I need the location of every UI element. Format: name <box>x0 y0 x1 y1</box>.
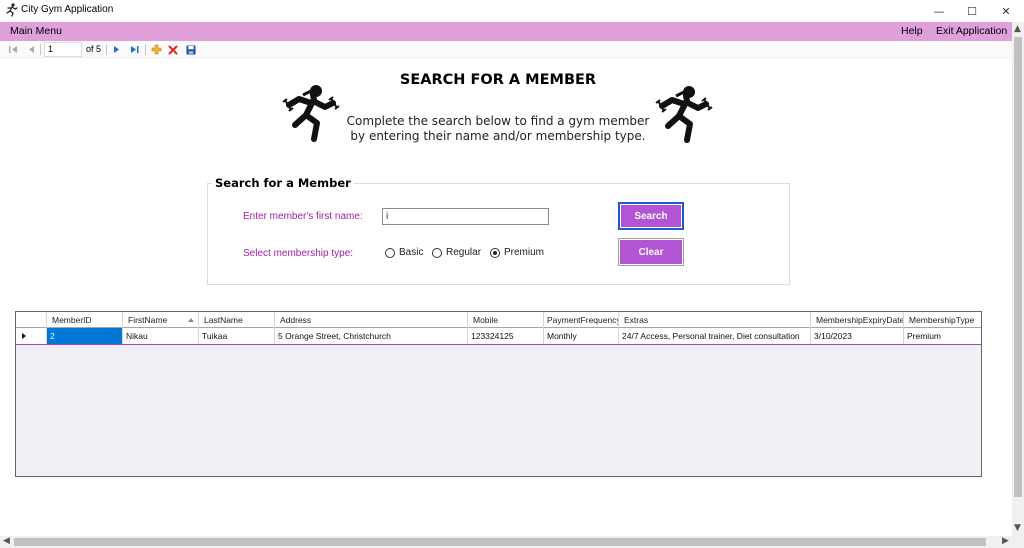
menu-item-exit-application[interactable]: Exit Application <box>936 25 1007 37</box>
title-bar: City Gym Application — ☐ ✕ <box>0 0 1024 22</box>
runner-icon <box>655 86 713 143</box>
maximize-button[interactable]: ☐ <box>955 0 989 22</box>
group-box-title: Search for a Member <box>212 176 354 190</box>
clear-button[interactable]: Clear <box>618 238 684 266</box>
sort-ascending-icon <box>188 318 194 322</box>
menu-bar: Main Menu Help Exit Application <box>0 22 1012 41</box>
runner-icon <box>282 85 340 142</box>
minimize-button[interactable]: — <box>922 0 956 22</box>
cell-paymentfrequency[interactable]: Monthly <box>544 328 619 344</box>
cell-membershipexpirydate[interactable]: 3/10/2023 <box>811 328 904 344</box>
table-row[interactable]: 2 Nikau Tuikaa 5 Orange Street, Christch… <box>16 328 981 345</box>
toolbar-separator <box>106 44 107 55</box>
cell-membershiptype[interactable]: Premium <box>904 328 981 344</box>
first-name-label: Enter member's first name: <box>243 211 363 222</box>
cell-lastname[interactable]: Tuikaa <box>199 328 275 344</box>
app-window: City Gym Application — ☐ ✕ Main Menu Hel… <box>0 0 1024 548</box>
save-icon[interactable] <box>185 42 197 57</box>
cell-extras[interactable]: 24/7 Access, Personal trainer, Diet cons… <box>619 328 811 344</box>
grid-header-row: MemberID FirstName LastName Address Mobi… <box>16 312 981 328</box>
grid-corner-header <box>16 312 47 328</box>
radio-premium-label: Premium <box>504 247 545 258</box>
cell-address[interactable]: 5 Orange Street, Christchurch <box>275 328 468 344</box>
scroll-right-icon[interactable]: ▶ <box>1002 536 1009 546</box>
column-header-mobile[interactable]: Mobile <box>468 312 544 328</box>
scroll-up-icon[interactable]: ▲ <box>1014 24 1021 34</box>
column-header-memberid[interactable]: MemberID <box>47 312 123 328</box>
column-header-extras[interactable]: Extras <box>619 312 811 328</box>
radio-indicator <box>385 247 395 258</box>
column-header-membershipexpirydate[interactable]: MembershipExpiryDate <box>811 312 904 328</box>
current-row-icon <box>22 333 26 339</box>
horizontal-scroll-thumb[interactable] <box>14 538 986 546</box>
position-input[interactable]: 1 <box>44 42 82 57</box>
instruction-line-2: by entering their name and/or membership… <box>350 129 646 143</box>
search-button[interactable]: Search <box>618 202 684 230</box>
move-next-icon[interactable] <box>110 42 122 57</box>
column-header-lastname[interactable]: LastName <box>199 312 275 328</box>
vertical-scroll-thumb[interactable] <box>1014 37 1022 497</box>
column-header-membershiptype[interactable]: MembershipType <box>904 312 981 328</box>
toolbar-separator <box>145 44 146 55</box>
column-header-paymentfrequency[interactable]: PaymentFrequency <box>544 312 619 328</box>
instruction-line-1: Complete the search below to find a gym … <box>346 114 650 128</box>
radio-basic-label: Basic <box>399 247 424 258</box>
record-count: of 5 <box>86 44 102 54</box>
row-header[interactable] <box>16 328 47 344</box>
cell-mobile[interactable]: 123324125 <box>468 328 544 344</box>
membership-type-label: Select membership type: <box>243 248 354 259</box>
members-data-grid[interactable]: MemberID FirstName LastName Address Mobi… <box>15 311 982 477</box>
cell-firstname[interactable]: Nikau <box>123 328 199 344</box>
radio-premium[interactable]: Premium <box>490 247 544 258</box>
cell-memberid[interactable]: 2 <box>47 328 123 344</box>
menu-item-main-menu[interactable]: Main Menu <box>10 25 62 37</box>
runner-app-icon <box>6 3 18 17</box>
radio-regular[interactable]: Regular <box>432 247 481 258</box>
binding-navigator: 1 of 5 <box>0 41 1012 58</box>
menu-item-help[interactable]: Help <box>901 25 923 37</box>
radio-indicator-checked <box>490 247 500 258</box>
move-last-icon[interactable] <box>128 42 140 57</box>
add-new-icon[interactable] <box>150 42 162 57</box>
delete-icon[interactable] <box>167 42 179 57</box>
first-name-input[interactable] <box>382 208 549 225</box>
move-first-icon[interactable] <box>7 42 19 57</box>
toolbar-separator <box>40 44 41 55</box>
page-title: SEARCH FOR A MEMBER <box>399 72 597 88</box>
close-button[interactable]: ✕ <box>989 0 1023 22</box>
column-header-address[interactable]: Address <box>275 312 468 328</box>
radio-regular-label: Regular <box>446 247 482 258</box>
window-title: City Gym Application <box>21 4 114 15</box>
search-group-box <box>207 183 790 285</box>
move-previous-icon[interactable] <box>25 42 37 57</box>
scroll-left-icon[interactable]: ◀ <box>3 536 10 546</box>
radio-indicator <box>432 247 442 258</box>
radio-basic[interactable]: Basic <box>385 247 423 258</box>
scroll-down-icon[interactable]: ▼ <box>1014 523 1021 533</box>
